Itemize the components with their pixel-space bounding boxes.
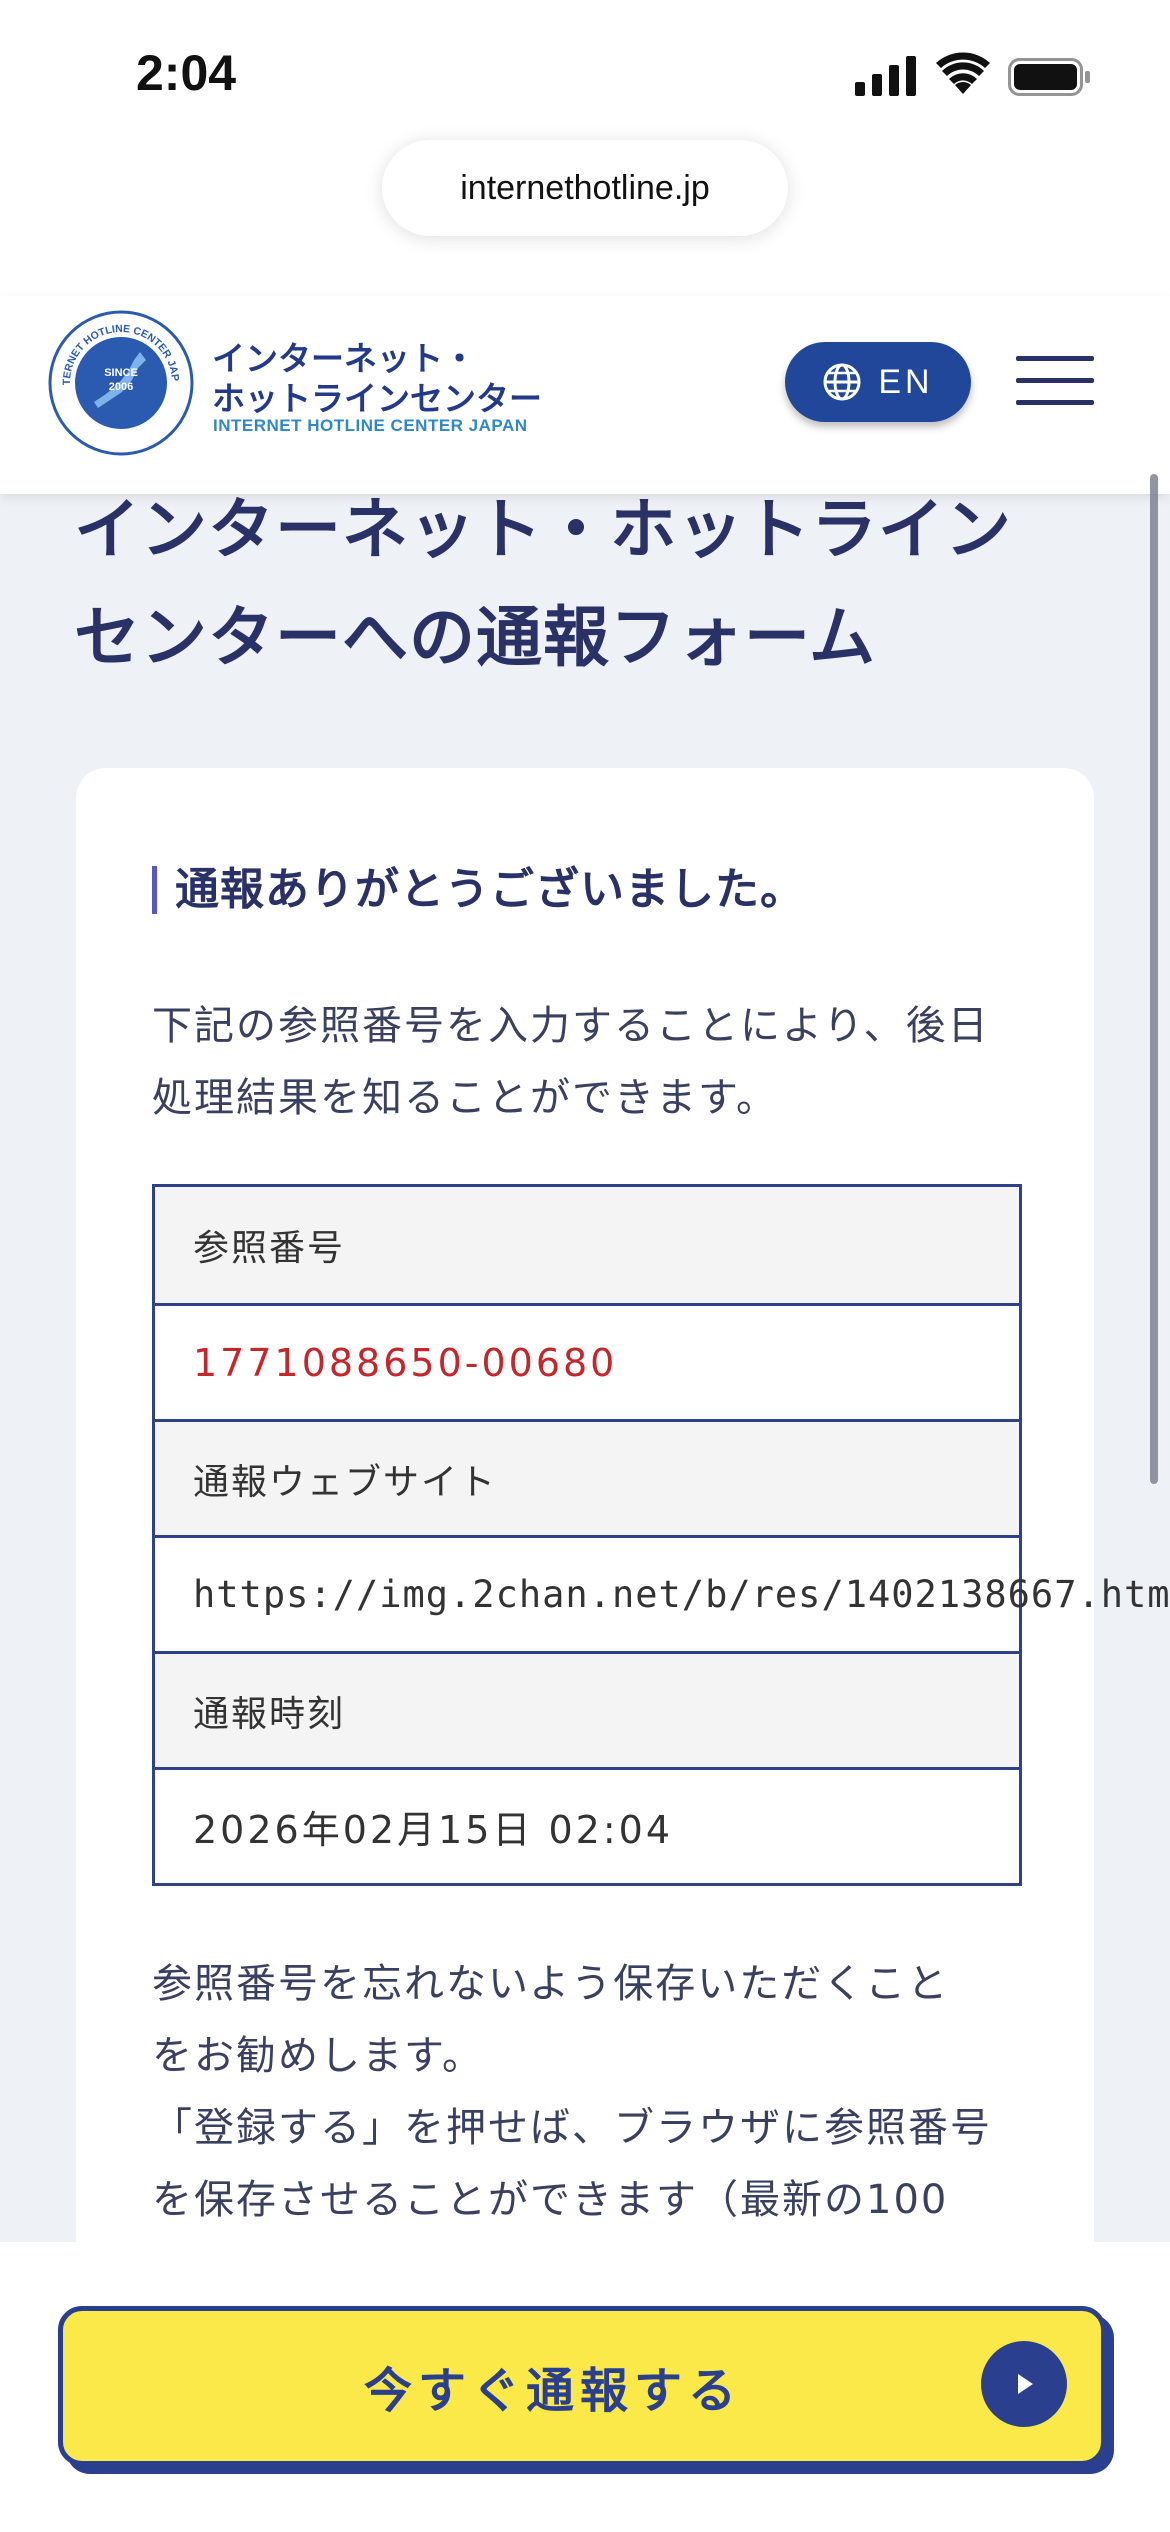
svg-text:SINCE: SINCE — [104, 367, 138, 379]
reference-number-value[interactable]: 1771088650-00680 — [155, 1303, 1019, 1419]
note-line: 「登録する」を押せば、ブラウザに参照番号 — [152, 2105, 992, 2151]
svg-text:2006: 2006 — [109, 381, 133, 393]
intro-line: 処理結果を知ることができます。 — [152, 1075, 778, 1121]
logo-seal-icon[interactable]: SINCE 2006 INTERNET HOTLINE CENTER JAPAN — [48, 310, 194, 456]
report-time-value: 2026年02月15日 02:04 — [155, 1767, 1019, 1883]
confirmation-card: 通報ありがとうございました。 下記の参照番号を入力することにより、後日 処理結果… — [76, 768, 1170, 2268]
globe-icon — [823, 363, 861, 401]
note-line: をお勧めします。 — [152, 2033, 484, 2079]
report-now-label: 今すぐ通報する — [363, 2363, 742, 2419]
bottom-cta-bar: 今すぐ通報する — [0, 2242, 1170, 2532]
save-reference-note: 参照番号を忘れないよう保存いただくこと をお勧めします。 「登録する」を押せば、… — [152, 1948, 1032, 2236]
note-line: を保存させることができます（最新の100 — [152, 2177, 949, 2223]
note-line: 参照番号を忘れないよう保存いただくこと — [152, 1961, 950, 2007]
report-time-label: 通報時刻 — [155, 1651, 1019, 1767]
logo-title-line2[interactable]: ホットラインセンター — [212, 372, 542, 420]
status-time: 2:04 — [136, 45, 237, 101]
language-switch-button[interactable]: EN — [785, 342, 971, 422]
status-bar: 2:04 internethotline.jp — [0, 0, 1170, 296]
reference-number-label: 参照番号 — [155, 1187, 1019, 1303]
page-title: インターネット・ホットライン センターへの通報フォーム — [74, 476, 1074, 692]
reported-website-label: 通報ウェブサイト — [155, 1419, 1019, 1535]
language-label: EN — [878, 362, 934, 401]
logo-subtitle[interactable]: INTERNET HOTLINE CENTER JAPAN — [213, 416, 528, 436]
report-now-button[interactable]: 今すぐ通報する — [58, 2306, 1106, 2466]
confirmation-intro: 下記の参照番号を入力することにより、後日 処理結果を知ることができます。 — [152, 990, 1032, 1134]
intro-line: 下記の参照番号を入力することにより、後日 — [152, 1003, 990, 1049]
hamburger-menu-icon[interactable] — [1016, 356, 1096, 408]
reference-table: 参照番号 1771088650-00680 通報ウェブサイト https://i… — [152, 1184, 1170, 1886]
page-scrollbar[interactable] — [1150, 474, 1158, 1484]
page-title-line2: センターへの通報フォーム — [74, 599, 877, 676]
url-bar[interactable]: internethotline.jp — [382, 140, 788, 236]
wifi-icon — [936, 52, 990, 94]
battery-icon — [1008, 58, 1090, 96]
cellular-signal-icon — [855, 56, 916, 96]
confirmation-heading: 通報ありがとうございました。 — [152, 866, 805, 914]
reported-website-value[interactable]: https://img.2chan.net/b/res/1402138667.h… — [155, 1535, 1170, 1651]
play-arrow-icon — [981, 2341, 1067, 2427]
site-header: SINCE 2006 INTERNET HOTLINE CENTER JAPAN… — [0, 296, 1170, 494]
